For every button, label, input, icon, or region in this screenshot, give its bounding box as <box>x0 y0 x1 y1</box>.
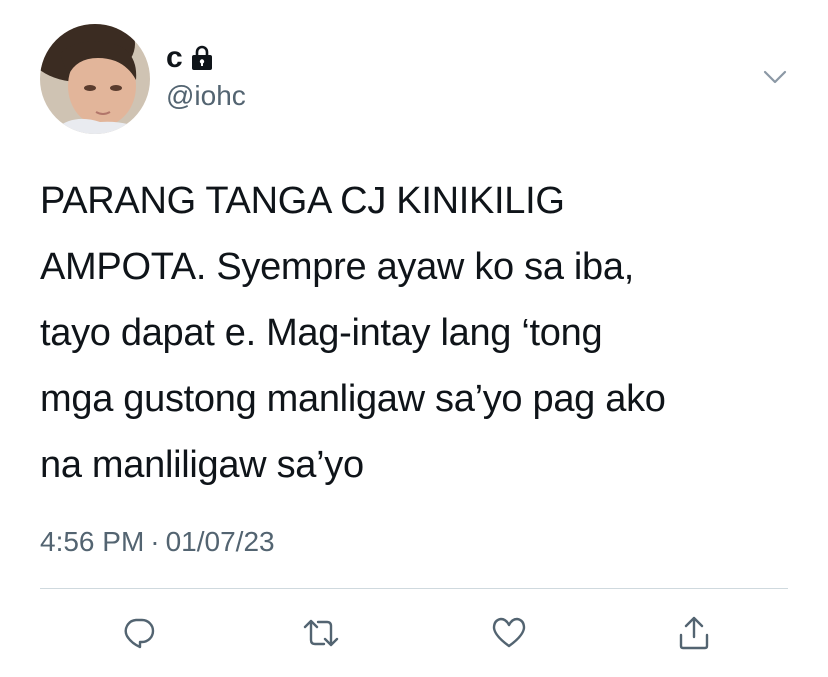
user-handle[interactable]: @iohc <box>166 80 246 112</box>
lock-icon <box>191 45 213 71</box>
reply-button[interactable] <box>116 610 162 656</box>
divider <box>40 588 788 589</box>
reply-icon <box>124 618 155 649</box>
share-icon <box>679 616 709 650</box>
retweet-icon <box>303 619 339 647</box>
tweet-date: 01/07/23 <box>165 526 275 557</box>
display-name-row: c <box>166 38 213 78</box>
heart-icon <box>492 617 526 648</box>
action-bar <box>0 610 828 656</box>
tweet-text-line: AMPOTA. Syempre ayaw ko sa iba, <box>40 246 634 288</box>
like-button[interactable] <box>486 610 532 656</box>
chevron-down-icon[interactable] <box>760 66 790 88</box>
tweet-text-line: mga gustong manligaw sa’yo pag ako <box>40 378 666 420</box>
avatar-image <box>40 24 150 134</box>
avatar[interactable] <box>40 24 150 134</box>
tweet-time: 4:56 PM <box>40 526 145 557</box>
tweet-text: PARANG TANGA CJ KINIKILIG AMPOTA. Syempr… <box>40 168 800 498</box>
tweet-text-line: na manliligaw sa’yo <box>40 444 364 486</box>
timestamp-separator: · <box>150 526 160 557</box>
retweet-button[interactable] <box>298 610 344 656</box>
share-button[interactable] <box>671 610 717 656</box>
tweet-text-line: tayo dapat e. Mag-intay lang ‘tong <box>40 312 603 354</box>
tweet-timestamp[interactable]: 4:56 PM · 01/07/23 <box>40 526 275 558</box>
display-name[interactable]: c <box>166 41 183 75</box>
tweet-text-line: PARANG TANGA CJ KINIKILIG <box>40 180 565 222</box>
